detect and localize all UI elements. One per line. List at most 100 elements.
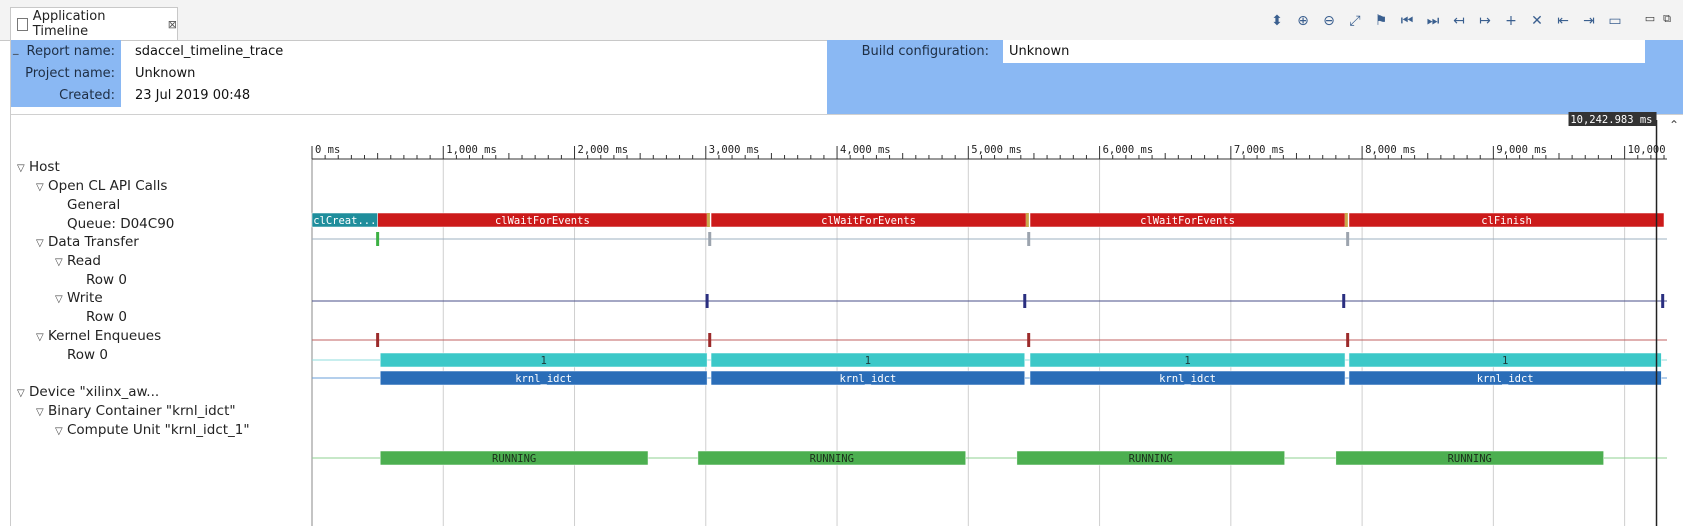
expand-toggle-icon[interactable]: ▽ [17, 159, 29, 178]
remove-marker-icon[interactable]: ✕ [1527, 12, 1547, 30]
event-label: krnl_idct [1477, 373, 1534, 385]
last-icon[interactable]: ⏭ [1423, 12, 1443, 30]
window-controls: ▭ ⧉ [1645, 12, 1671, 26]
timeline-toolbar: ⬍ ⊕ ⊖ ⤢ ⚑ ⏮ ⏭ ↤ ↦ + ✕ ⇤ ⇥ ▭ [1267, 12, 1625, 30]
expand-toggle-icon[interactable]: ▽ [36, 403, 48, 422]
created-value: 23 Jul 2019 00:48 [135, 88, 251, 103]
axis-tick-label: 0 ms [315, 144, 340, 156]
close-tab-icon[interactable]: ⊠ [168, 18, 177, 31]
event-label: 1 [1502, 355, 1508, 367]
expand-toggle-icon[interactable]: ▽ [36, 178, 48, 197]
axis-tick-label: 3,000 ms [709, 144, 760, 156]
event-tick [706, 213, 710, 227]
prev-event-icon[interactable]: ↤ [1449, 12, 1469, 30]
tree-item-label: Compute Unit "krnl_idct_1" [67, 422, 250, 438]
tree-item-label: Row 0 [86, 309, 127, 325]
tree-item[interactable]: ▽ Compute Unit "krnl_idct_1" [55, 421, 250, 440]
trace-row [312, 294, 1667, 308]
document-icon [17, 17, 28, 31]
tree-item[interactable]: Row 0 [74, 271, 127, 290]
expand-toggle-icon[interactable]: ▽ [55, 253, 67, 272]
updown-arrows-icon[interactable]: ⬍ [1267, 12, 1287, 30]
ruler-icon[interactable]: ▭ [1605, 12, 1625, 30]
event-tick [1027, 232, 1031, 246]
tree-item-label: Open CL API Calls [48, 178, 168, 194]
zoom-out-icon[interactable]: ⊖ [1319, 12, 1339, 30]
timeline-chart[interactable]: 0 ms 1,000 ms 2,000 ms 3,000 ms 4,000 ms 5,00… [311, 112, 1667, 526]
event-label: clWaitForEvents [1140, 215, 1235, 227]
expand-toggle-icon[interactable]: ▽ [17, 384, 29, 403]
event-label: clWaitForEvents [821, 215, 916, 227]
first-icon[interactable]: ⏮ [1397, 12, 1417, 30]
axis-tick-label: 8,000 ms [1365, 144, 1416, 156]
scroll-up-icon[interactable]: ⌃ [1669, 118, 1679, 132]
tree-item[interactable]: ▽ Host [17, 158, 60, 177]
tree-item-label: Data Transfer [48, 234, 139, 250]
event-label: clCreat... [313, 215, 376, 227]
expand-toggle-icon[interactable]: ▽ [36, 234, 48, 253]
add-marker-icon[interactable]: + [1501, 12, 1521, 30]
go-marker-next-icon[interactable]: ⇥ [1579, 12, 1599, 30]
tree-item[interactable]: ▽ Device "xilinx_aw... [17, 383, 159, 402]
tree-item[interactable]: ▽ Kernel Enqueues [36, 327, 161, 346]
tree-item-label: Binary Container "krnl_idct" [48, 403, 236, 419]
cursor-time-label: 10,242.983 ms [1570, 114, 1652, 126]
axis-tick-label: 9,000 ms [1496, 144, 1547, 156]
header-divider [11, 114, 1683, 115]
event-tick [1661, 294, 1665, 308]
axis-tick-label: 5,000 ms [971, 144, 1022, 156]
zoom-fit-icon[interactable]: ⤢ [1345, 12, 1365, 30]
maximize-icon[interactable]: ⧉ [1663, 12, 1671, 26]
tree-item-label: General [67, 197, 121, 213]
event-label: krnl_idct [515, 373, 572, 385]
tree-item-label: Write [67, 290, 103, 306]
event-tick [1025, 213, 1029, 227]
event-label: RUNNING [1448, 453, 1492, 465]
tree-item[interactable]: ▽ Binary Container "krnl_idct" [36, 402, 236, 421]
event-label: 1 [1184, 355, 1190, 367]
tab-application-timeline[interactable]: Application Timeline ⊠ [10, 7, 178, 40]
event-label: 1 [865, 355, 871, 367]
tree-item[interactable]: General [55, 196, 120, 215]
event-label: krnl_idct [1159, 373, 1216, 385]
expand-toggle-icon[interactable]: ▽ [55, 290, 67, 309]
event-tick [1344, 213, 1348, 227]
event-tick [708, 232, 712, 246]
build-config-value: Unknown [1003, 40, 1645, 63]
trace-rows: clCreat... clWaitForEvents clWaitForEvents… [311, 212, 1667, 466]
build-config-label: Build configuration: [861, 44, 989, 59]
tree-item-label: Kernel Enqueues [48, 328, 162, 344]
trace-row: clCreat... clWaitForEvents clWaitForEvents… [311, 212, 1665, 228]
report-name-label: Report name: [26, 44, 115, 59]
axis-tick-label: 4,000 ms [840, 144, 891, 156]
expand-toggle-icon[interactable]: ▽ [36, 328, 48, 347]
event-tick [1023, 294, 1027, 308]
trace-row: krnl_idct krnl_idct krnl_idct krnl_idct [312, 370, 1667, 386]
go-marker-prev-icon[interactable]: ⇤ [1553, 12, 1573, 30]
tree-item[interactable]: Row 0 [74, 308, 127, 327]
created-label: Created: [59, 88, 115, 103]
tree-item-label: Row 0 [86, 272, 127, 288]
next-event-icon[interactable]: ↦ [1475, 12, 1495, 30]
project-name-value: Unknown [135, 66, 196, 81]
tree-item[interactable]: ▽ Data Transfer [36, 233, 139, 252]
axis-tick-label: 2,000 ms [578, 144, 629, 156]
event-tick [1346, 232, 1350, 246]
report-name-value: sdaccel_timeline_trace [135, 44, 284, 59]
zoom-in-icon[interactable]: ⊕ [1293, 12, 1313, 30]
axis-tick-label: 1,000 ms [446, 144, 497, 156]
tree-item[interactable]: Queue: D04C90 [55, 215, 174, 234]
expand-toggle-icon[interactable]: ▽ [55, 422, 67, 441]
tree-item[interactable]: ▽ Write [55, 289, 103, 308]
event-label: clFinish [1481, 215, 1532, 227]
minimize-icon[interactable]: ▭ [1645, 12, 1655, 26]
marker-icon[interactable]: ⚑ [1371, 12, 1391, 30]
event-label: RUNNING [492, 453, 536, 465]
tree-item[interactable]: Row 0 [55, 346, 108, 365]
tree-item[interactable]: ▽ Open CL API Calls [36, 177, 167, 196]
axis-tick-label: 6,000 ms [1103, 144, 1154, 156]
event-tick [708, 333, 712, 347]
tree-item[interactable]: ▽ Read [55, 252, 101, 271]
event-label: RUNNING [810, 453, 854, 465]
axis-tick-label: 10,000 [1628, 144, 1666, 156]
